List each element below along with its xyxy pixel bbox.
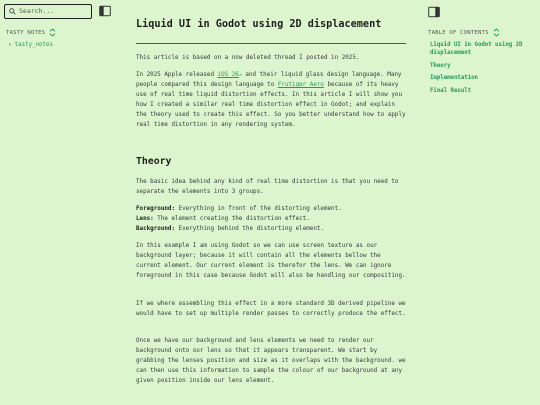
- expand-collapse-icon[interactable]: [49, 28, 56, 37]
- paragraph-background: In 2025 Apple released iOS 26↗ and their…: [136, 70, 406, 130]
- search-icon: [9, 8, 16, 15]
- term-foreground: Foreground:: [136, 206, 176, 212]
- link-ios-26[interactable]: iOS 26: [218, 72, 239, 78]
- toc-label: TABLE OF CONTENTS: [428, 29, 489, 36]
- sidebar-toggle-icon[interactable]: [99, 5, 111, 17]
- desc-background: Everything behind the distorting element…: [175, 226, 324, 232]
- theory-heading: Theory: [136, 156, 172, 167]
- title-divider: [136, 43, 406, 44]
- sidebar-item-tasty-notes[interactable]: › tasty_notes: [8, 41, 53, 48]
- text-fragment: In 2025 Apple released: [136, 72, 218, 78]
- toc-item-final-result[interactable]: Final Result: [430, 87, 534, 95]
- left-sidebar: Search... TASTY NOTES › tasty_notes: [0, 0, 128, 405]
- toc-toggle-icon[interactable]: [428, 6, 440, 18]
- article-title: Liquid UI in Godot using 2D displacement: [136, 19, 382, 30]
- desc-lens: The element creating the distortion effe…: [153, 216, 310, 222]
- sidebar-section-label: TASTY NOTES: [6, 29, 46, 36]
- term-background: Background:: [136, 226, 176, 232]
- search-placeholder: Search...: [19, 7, 55, 15]
- sidebar-section-header[interactable]: TASTY NOTES: [6, 28, 56, 37]
- expand-collapse-icon[interactable]: [493, 28, 500, 37]
- term-lens: Lens:: [136, 216, 154, 222]
- desc-foreground: Everything in front of the distorting el…: [175, 206, 342, 212]
- toc-item-title[interactable]: Liquid UI in Godot using 2D displacement: [430, 41, 534, 57]
- text-fragment: because of its heavy use of real time li…: [136, 82, 406, 128]
- paragraph-theory: The basic idea behind any kind of real t…: [136, 179, 399, 195]
- paragraph-render: Once we have our background and lens ele…: [136, 338, 406, 384]
- paragraph-pipeline: If we where assembling this effect in a …: [136, 301, 406, 317]
- toc-header[interactable]: TABLE OF CONTENTS: [428, 28, 500, 37]
- toc-item-implementation[interactable]: Implementation: [430, 74, 534, 82]
- chevron-right-icon: ›: [8, 41, 12, 48]
- sidebar-item-label: tasty_notes: [14, 41, 54, 48]
- definition-list: Foreground: Everything in front of the d…: [136, 204, 406, 234]
- paragraph-intro: This article is based on a now deleted t…: [136, 55, 360, 61]
- link-frutiger-aero[interactable]: Frutiger Aero: [278, 82, 324, 88]
- search-input[interactable]: Search...: [4, 4, 92, 19]
- toc-item-theory[interactable]: Theory: [430, 62, 534, 70]
- paragraph-godot-example: In this example I am using Godot so we c…: [136, 243, 406, 279]
